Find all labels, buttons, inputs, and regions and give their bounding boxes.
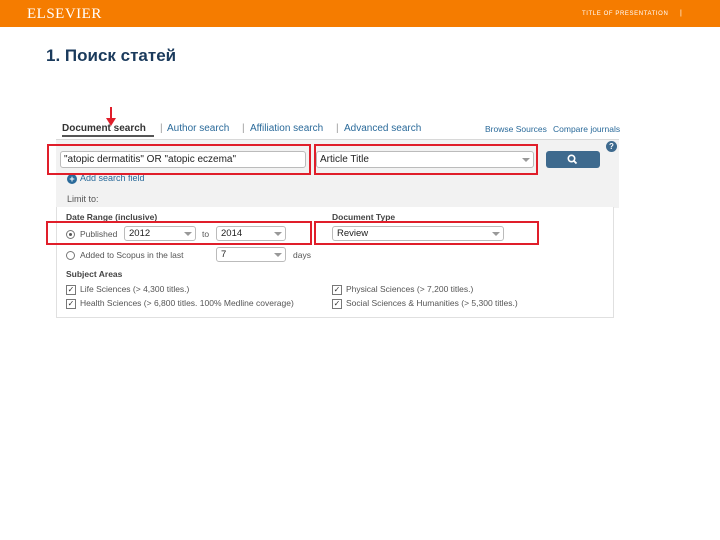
elsevier-logo: ELSEVIER xyxy=(27,6,102,22)
physical-sciences-label: Physical Sciences (> 7,200 titles.) xyxy=(346,284,474,294)
limit-to-label: Limit to: xyxy=(67,194,99,204)
tab-advanced-search[interactable]: Advanced search xyxy=(344,123,421,134)
highlight-doctype-box xyxy=(314,221,539,245)
added-to-scopus-radio[interactable] xyxy=(66,251,75,260)
compare-journals-link[interactable]: Compare journals xyxy=(553,124,620,134)
plus-icon[interactable]: + xyxy=(67,174,77,184)
active-tab-underline xyxy=(62,135,154,137)
annotation-arrow-head xyxy=(106,118,116,126)
highlight-query-box xyxy=(47,144,311,175)
life-sciences-label: Life Sciences (> 4,300 titles.) xyxy=(80,284,190,294)
help-icon[interactable]: ? xyxy=(606,141,617,152)
social-sciences-label: Social Sciences & Humanities (> 5,300 ti… xyxy=(346,298,518,308)
tab-affiliation-search[interactable]: Affiliation search xyxy=(250,123,323,134)
subject-areas-label: Subject Areas xyxy=(66,269,123,279)
header-separator: | xyxy=(680,10,682,17)
highlight-field-box xyxy=(314,144,538,175)
presentation-title: TITLE OF PRESENTATION xyxy=(582,11,669,17)
added-to-scopus-label: Added to Scopus in the last xyxy=(80,250,184,260)
health-sciences-label: Health Sciences (> 6,800 titles. 100% Me… xyxy=(80,298,294,308)
physical-sciences-checkbox[interactable]: ✓ xyxy=(332,285,342,295)
tab-separator: | xyxy=(336,123,339,134)
chevron-down-icon xyxy=(274,253,282,257)
social-sciences-checkbox[interactable]: ✓ xyxy=(332,299,342,309)
tab-separator: | xyxy=(160,123,163,134)
days-value: 7 xyxy=(221,249,227,260)
health-sciences-checkbox[interactable]: ✓ xyxy=(66,299,76,309)
tab-author-search[interactable]: Author search xyxy=(167,123,229,134)
search-icon xyxy=(567,154,578,165)
life-sciences-checkbox[interactable]: ✓ xyxy=(66,285,76,295)
header-bar: ELSEVIER TITLE OF PRESENTATION | xyxy=(0,0,720,27)
highlight-date-box xyxy=(46,221,312,245)
search-button[interactable] xyxy=(546,151,600,168)
days-label: days xyxy=(293,250,311,260)
slide-heading: 1. Поиск статей xyxy=(46,46,177,65)
tab-document-search[interactable]: Document search xyxy=(62,123,146,134)
browse-sources-link[interactable]: Browse Sources xyxy=(485,124,547,134)
tab-separator: | xyxy=(242,123,245,134)
